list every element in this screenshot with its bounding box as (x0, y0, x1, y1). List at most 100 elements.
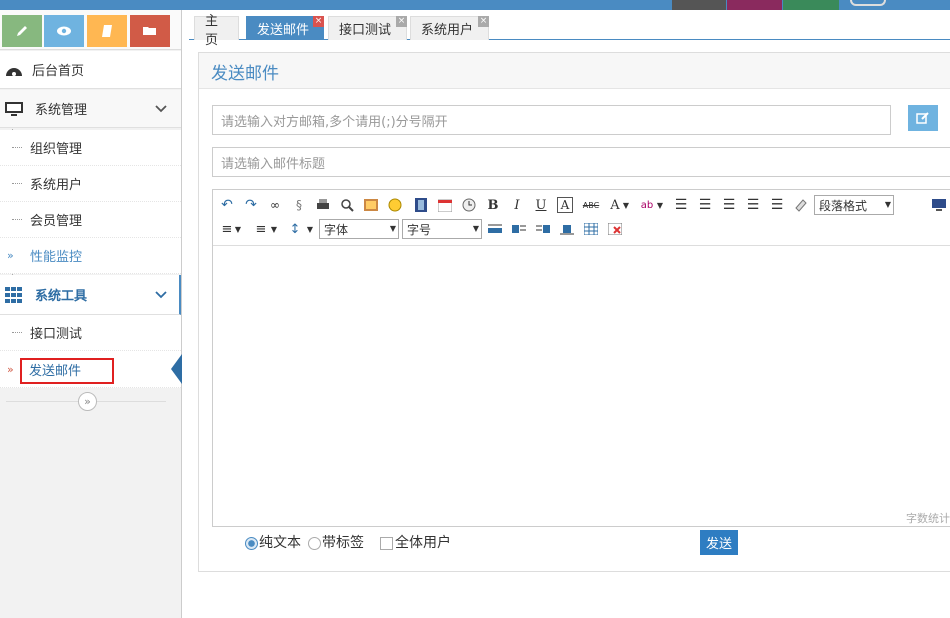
select-value: 字体 (324, 222, 349, 237)
paragraph-format-select[interactable]: 段落格式 ▼ (814, 195, 894, 215)
print-icon[interactable] (315, 197, 331, 213)
shortcut-book-button[interactable] (87, 15, 127, 47)
caret-down-icon[interactable]: ▼ (305, 221, 315, 237)
sidebar-item-organization[interactable]: 组织管理 (0, 130, 181, 166)
strikethrough-icon[interactable]: ABC (581, 197, 601, 213)
sidebar-item-send-mail[interactable]: » 发送邮件 (0, 351, 182, 388)
font-family-select[interactable]: 字体 ▼ (319, 219, 399, 239)
double-chevron-right-icon: » (84, 395, 91, 408)
shortcut-eye-button[interactable] (44, 15, 84, 47)
video-icon[interactable] (413, 197, 429, 213)
sidebar-item-label: 系统管理 (35, 103, 88, 118)
caret-down-icon[interactable]: ▼ (269, 221, 279, 237)
all-users-checkbox[interactable] (380, 537, 393, 550)
header-block-green[interactable] (783, 0, 839, 10)
sidebar-item-dashboard[interactable]: 后台首页 (0, 51, 181, 89)
preview-icon[interactable] (339, 197, 355, 213)
folder-icon (143, 27, 156, 35)
tab-api-test[interactable]: 接口测试 × (328, 16, 407, 40)
image-right-icon[interactable] (535, 221, 551, 237)
send-button[interactable]: 发送 (700, 530, 738, 555)
italic-icon[interactable]: I (509, 197, 525, 213)
image-left-icon[interactable] (511, 221, 527, 237)
subject-input[interactable]: 请选输入邮件标题 (212, 147, 950, 177)
tab-bar: 主页 发送邮件 × 接口测试 × 系统用户 × (189, 10, 950, 48)
select-recipients-button[interactable] (908, 105, 938, 131)
sidebar-item-members[interactable]: 会员管理 (0, 202, 181, 238)
unlink-icon[interactable]: § (291, 197, 307, 213)
underline-icon[interactable]: U (533, 197, 549, 213)
double-chevron-right-icon: » (7, 249, 14, 262)
row-spacing-bottom-icon[interactable]: ≡ (253, 221, 269, 237)
edit-icon (916, 112, 929, 124)
font-size-select[interactable]: 字号 ▼ (402, 219, 482, 239)
caret-down-icon: ▼ (389, 224, 396, 233)
insert-table-icon[interactable] (583, 221, 599, 237)
shortcut-folder-button[interactable] (130, 15, 170, 47)
image-none-icon[interactable] (487, 221, 503, 237)
header-block-purple[interactable] (727, 0, 782, 10)
eraser-icon[interactable] (793, 197, 809, 213)
highlight-color-icon[interactable]: ab (639, 197, 655, 213)
sidebar-item-system-users[interactable]: 系统用户 (0, 166, 181, 202)
align-right-icon[interactable]: ☰ (721, 197, 737, 213)
align-center-icon[interactable]: ☰ (697, 197, 713, 213)
sidebar-collapse-button[interactable]: » (78, 392, 97, 411)
link-icon[interactable]: ∞ (267, 197, 283, 213)
sidebar-item-system-management[interactable]: 系统管理 (0, 90, 181, 128)
chevron-down-icon (155, 290, 167, 298)
fullscreen-icon[interactable] (931, 197, 947, 213)
font-border-icon[interactable]: A (557, 197, 573, 213)
sidebar-item-system-tools[interactable]: 系统工具 (0, 275, 181, 315)
caret-down-icon[interactable]: ▼ (655, 197, 665, 213)
select-value: 段落格式 (819, 198, 868, 213)
all-users-label: 全体用户 (395, 535, 451, 551)
shortcut-pencil-button[interactable] (2, 15, 42, 47)
align-justify-icon[interactable]: ☰ (745, 197, 761, 213)
editor-toolbar: ↶ ↷ ∞ § B I U A ABC A ▼ ab ▼ ☰ ☰ ☰ ☰ ☰ 段… (213, 190, 950, 246)
active-indicator-arrow (171, 354, 182, 384)
redo-icon[interactable]: ↷ (243, 197, 259, 213)
caret-down-icon[interactable]: ▼ (233, 221, 243, 237)
recipient-input[interactable]: 请选输入对方邮箱,多个请用(;)分号隔开 (212, 105, 891, 135)
header-block-gray[interactable] (672, 0, 726, 10)
tab-send-mail[interactable]: 发送邮件 × (246, 16, 324, 40)
avatar[interactable] (850, 0, 886, 6)
undo-icon[interactable]: ↶ (219, 197, 235, 213)
indent-icon[interactable]: ☰ (769, 197, 785, 213)
tab-system-users[interactable]: 系统用户 × (410, 16, 489, 40)
close-icon[interactable]: × (313, 16, 324, 27)
clock-icon[interactable] (461, 197, 477, 213)
close-icon[interactable]: × (478, 16, 489, 27)
close-icon[interactable]: × (396, 16, 407, 27)
editor-content-area[interactable] (213, 247, 950, 507)
caret-down-icon[interactable]: ▼ (621, 197, 631, 213)
bold-icon[interactable]: B (485, 197, 501, 213)
tab-home[interactable]: 主页 (194, 14, 239, 48)
calendar-icon[interactable] (437, 197, 453, 213)
tab-label: 接口测试 (339, 23, 392, 38)
align-left-icon[interactable]: ☰ (673, 197, 689, 213)
grid-icon (5, 286, 22, 303)
line-height-icon[interactable]: ↕ (287, 221, 303, 237)
monitor-icon (5, 101, 23, 116)
tab-label: 系统用户 (421, 23, 474, 38)
sidebar-item-performance[interactable]: » 性能监控 (0, 238, 181, 274)
sidebar-item-api-test[interactable]: 接口测试 (0, 315, 181, 351)
emoticon-icon[interactable] (387, 197, 403, 213)
delete-table-icon[interactable] (607, 221, 623, 237)
select-value: 字号 (407, 222, 432, 237)
image-center-icon[interactable] (559, 221, 575, 237)
image-icon[interactable] (363, 197, 379, 213)
word-count: 字数统计 (906, 512, 950, 525)
dashboard-icon (6, 67, 22, 76)
pencil-icon (17, 26, 27, 36)
sidebar-item-label: 后台首页 (32, 64, 85, 79)
plain-text-radio[interactable] (245, 537, 258, 550)
double-chevron-right-icon: » (7, 362, 14, 376)
shortcut-bar (0, 10, 181, 50)
chevron-down-icon (155, 104, 167, 112)
sidebar-item-label: 系统工具 (35, 289, 88, 304)
sidebar-item-label: 会员管理 (30, 214, 83, 229)
tagged-radio[interactable] (308, 537, 321, 550)
